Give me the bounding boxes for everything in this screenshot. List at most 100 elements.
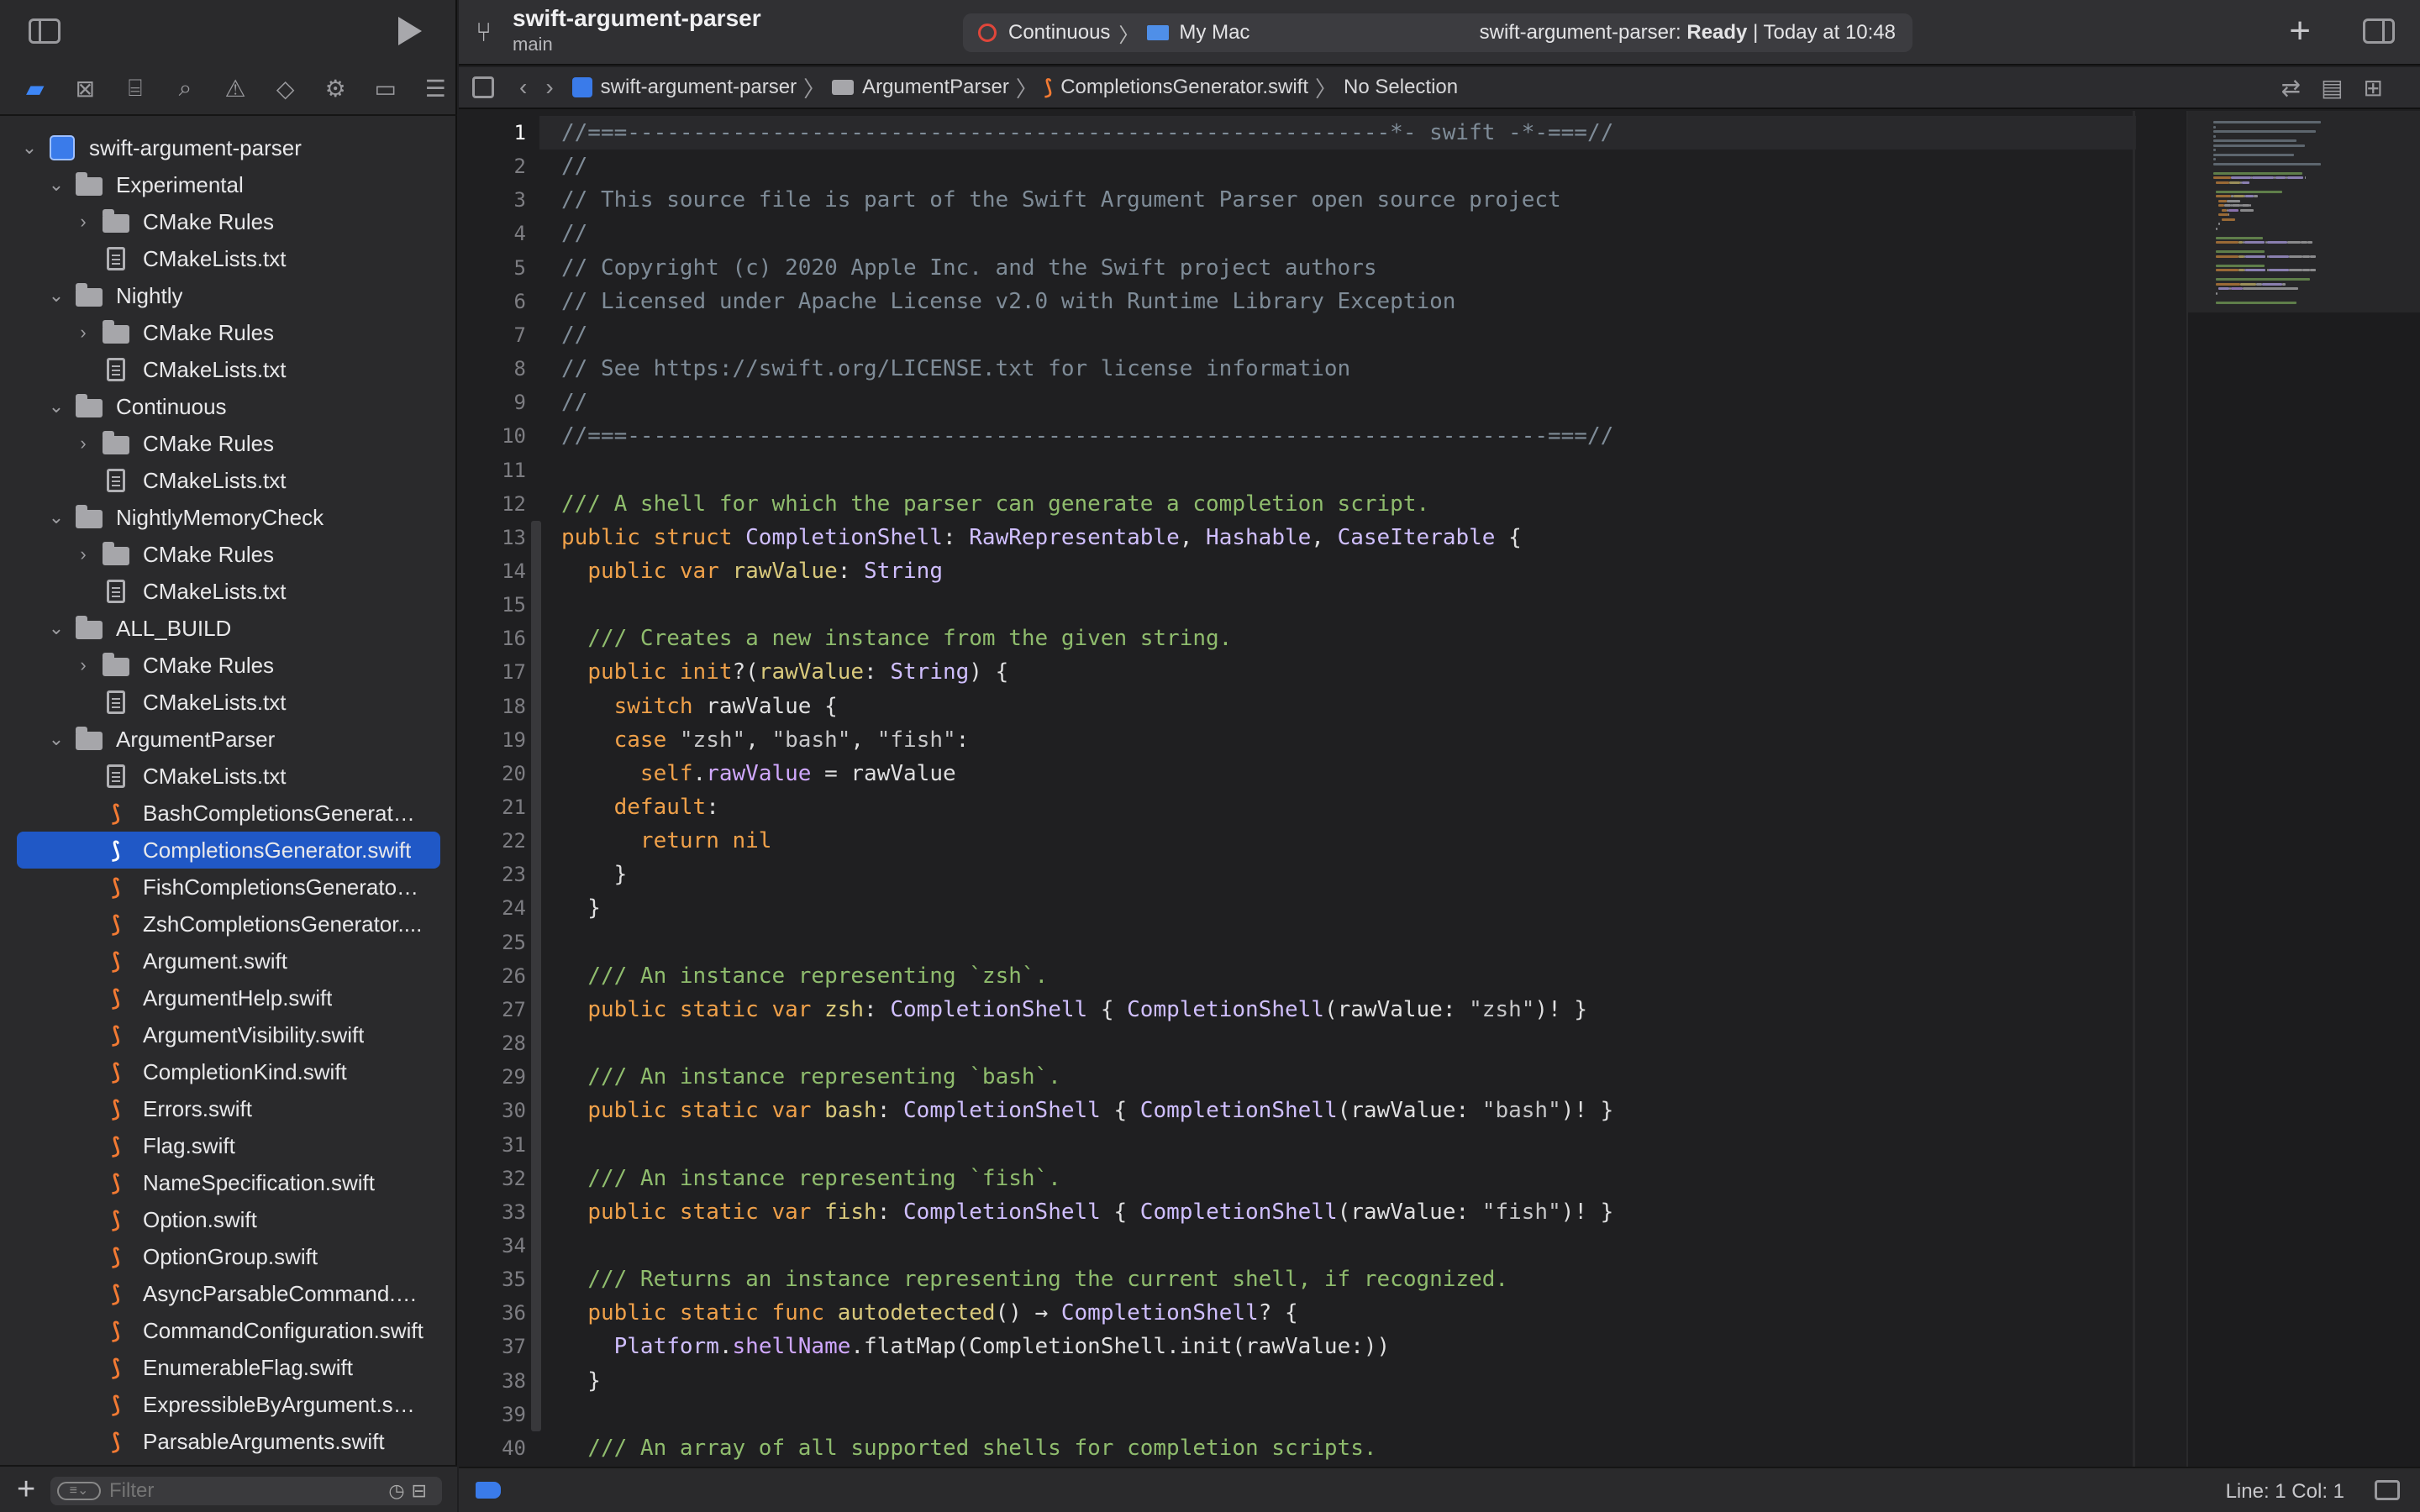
filter-recent-icon[interactable]: ◷⊟ xyxy=(388,1480,434,1502)
tree-item[interactable]: ⟆ CommandConfiguration.swift xyxy=(0,1312,457,1349)
code-line[interactable]: Platform.shellName.flatMap(CompletionShe… xyxy=(561,1330,1391,1363)
tree-item[interactable]: ⟆ Flag.swift xyxy=(0,1127,457,1164)
code-line[interactable]: /// An instance representing `bash`. xyxy=(561,1060,1061,1094)
tree-item[interactable]: ⟆ Errors.swift xyxy=(0,1090,457,1127)
code-line[interactable]: public static func autodetected() → Comp… xyxy=(561,1296,1297,1330)
breadcrumb-item[interactable]: swift-argument-parser xyxy=(571,76,797,99)
test-icon[interactable]: ◇ xyxy=(264,71,308,105)
find-icon[interactable]: ⌕ xyxy=(164,71,208,105)
breakpoint-icon[interactable]: ▭ xyxy=(364,71,408,105)
tree-item[interactable]: ⟆ ArgumentHelp.swift xyxy=(0,979,457,1016)
tree-item[interactable]: › CMake Rules xyxy=(0,425,457,462)
tree-item[interactable]: ⌄ NightlyMemoryCheck xyxy=(0,499,457,536)
code-line[interactable]: public static var fish: CompletionShell … xyxy=(561,1195,1613,1229)
tree-item[interactable]: ⌄ ALL_BUILD xyxy=(0,610,457,647)
code-line[interactable]: switch rawValue { xyxy=(561,690,838,723)
chevron-down-icon[interactable]: ⌄ xyxy=(18,137,40,159)
code-line[interactable]: // Licensed under Apache License v2.0 wi… xyxy=(561,285,1455,318)
code-line[interactable]: } xyxy=(561,858,628,891)
tree-item[interactable]: ⟆ FishCompletionsGenerator.... xyxy=(0,869,457,906)
code-line[interactable]: public var rawValue: String xyxy=(561,554,943,588)
activity-view[interactable]: Continuous 〉 My Mac swift-argument-parse… xyxy=(963,13,1912,52)
folder-icon[interactable]: ▰ xyxy=(13,71,57,105)
code-line[interactable]: // See https://swift.org/LICENSE.txt for… xyxy=(561,352,1350,386)
code-line[interactable]: /// An array of all supported shells for… xyxy=(561,1431,1376,1465)
run-destination[interactable]: My Mac xyxy=(1179,21,1249,45)
chevron-right-icon[interactable]: › xyxy=(72,543,94,565)
tree-item[interactable]: ⌄ Continuous xyxy=(0,388,457,425)
tree-item[interactable]: CMakeLists.txt xyxy=(0,573,457,610)
add-icon[interactable]: + xyxy=(17,1472,35,1508)
library-add-icon[interactable]: + xyxy=(2289,10,2311,52)
minimap[interactable] xyxy=(2186,111,2420,1467)
code-line[interactable]: public static var zsh: CompletionShell {… xyxy=(561,993,1587,1026)
tree-item[interactable]: ⌄ swift-argument-parser xyxy=(0,129,457,166)
code-line[interactable]: // xyxy=(561,386,587,419)
code-line[interactable]: public static var bash: CompletionShell … xyxy=(561,1094,1613,1127)
code-line[interactable]: //===-----------------------------------… xyxy=(561,116,1613,150)
breadcrumb-item[interactable]: ⟆ CompletionsGenerator.swift xyxy=(1044,76,1308,100)
tree-item[interactable]: › CMake Rules xyxy=(0,536,457,573)
chevron-down-icon[interactable]: ⌄ xyxy=(45,285,67,307)
tree-item[interactable]: ⟆ AsyncParsableCommand.s... xyxy=(0,1275,457,1312)
code-line[interactable]: // This source file is part of the Swift… xyxy=(561,183,1561,217)
tree-item[interactable]: CMakeLists.txt xyxy=(0,462,457,499)
code-text[interactable]: //===-----------------------------------… xyxy=(561,111,2124,1467)
tree-item[interactable]: CMakeLists.txt xyxy=(0,240,457,277)
tree-item[interactable]: › CMake Rules xyxy=(0,203,457,240)
symbol-icon[interactable]: ⌸ xyxy=(113,71,157,105)
filter-input[interactable] xyxy=(109,1479,361,1503)
tree-item[interactable]: ⌄ Experimental xyxy=(0,166,457,203)
code-line[interactable]: // Copyright (c) 2020 Apple Inc. and the… xyxy=(561,251,1377,285)
tree-item[interactable]: ⟆ Option.swift xyxy=(0,1201,457,1238)
code-line[interactable]: public init?(rawValue: String) { xyxy=(561,655,1008,689)
tree-item[interactable]: ⟆ Argument.swift xyxy=(0,942,457,979)
code-line[interactable]: /// Returns an instance representing the… xyxy=(561,1263,1508,1296)
tree-item[interactable]: CMakeLists.txt xyxy=(0,351,457,388)
tree-item[interactable]: › CMake Rules xyxy=(0,647,457,684)
code-line[interactable]: /// A shell for which the parser can gen… xyxy=(561,487,1429,521)
back-icon[interactable]: ‹ xyxy=(519,74,527,101)
code-fold-ribbon[interactable] xyxy=(531,655,541,892)
code-line[interactable]: /// An instance representing `fish`. xyxy=(561,1162,1061,1195)
code-line[interactable]: case "zsh", "bash", "fish": xyxy=(561,723,970,757)
code-line[interactable]: } xyxy=(561,891,601,925)
forward-icon[interactable]: › xyxy=(545,74,553,101)
chevron-down-icon[interactable]: ⌄ xyxy=(45,507,67,528)
code-line[interactable]: } xyxy=(561,1364,601,1398)
code-line[interactable]: public struct CompletionShell: RawRepres… xyxy=(561,521,1522,554)
breadcrumb-item[interactable]: ArgumentParser xyxy=(832,76,1009,99)
code-line[interactable]: return nil xyxy=(561,824,772,858)
sidebar-toggle-icon[interactable] xyxy=(29,18,60,44)
code-line[interactable]: // xyxy=(561,318,587,352)
debug-area-toggle-icon[interactable] xyxy=(2375,1480,2400,1500)
scheme-name[interactable]: Continuous xyxy=(1008,21,1110,45)
breadcrumb-item[interactable]: No Selection xyxy=(1344,76,1458,99)
tree-item[interactable]: ⟆ CompletionKind.swift xyxy=(0,1053,457,1090)
tree-item[interactable]: ⌄ ArgumentParser xyxy=(0,721,457,758)
chevron-right-icon[interactable]: › xyxy=(72,654,94,676)
tree-item[interactable]: ⟆ NameSpecification.swift xyxy=(0,1164,457,1201)
issue-icon[interactable]: ⚠ xyxy=(213,71,257,105)
editor-options-icons[interactable]: ⇄▤⊞ xyxy=(2281,74,2403,102)
branch-name[interactable]: main xyxy=(513,34,553,55)
source-control-icon[interactable]: ⊠ xyxy=(64,71,108,105)
code-line[interactable]: /// Creates a new instance from the give… xyxy=(561,622,1232,655)
tree-item[interactable]: CMakeLists.txt xyxy=(0,758,457,795)
report-icon[interactable]: ☰ xyxy=(414,71,458,105)
chevron-down-icon[interactable]: ⌄ xyxy=(45,728,67,750)
chevron-right-icon[interactable]: › xyxy=(72,322,94,344)
code-line[interactable]: default: xyxy=(561,790,719,824)
run-icon[interactable] xyxy=(398,17,422,45)
chevron-right-icon[interactable]: › xyxy=(72,211,94,233)
tree-item[interactable]: CMakeLists.txt xyxy=(0,684,457,721)
related-items-icon[interactable] xyxy=(472,76,494,98)
debug-icon[interactable]: ⚙ xyxy=(313,71,357,105)
code-line[interactable]: self.rawValue = rawValue xyxy=(561,757,956,790)
inspector-toggle-icon[interactable] xyxy=(2363,18,2395,44)
chevron-down-icon[interactable]: ⌄ xyxy=(45,396,67,417)
tree-item[interactable]: ⟆ BashCompletionsGenerator... xyxy=(0,795,457,832)
code-line[interactable]: // xyxy=(561,150,587,183)
code-line[interactable]: // xyxy=(561,217,587,250)
filter-field[interactable]: ≡⌄ ◷⊟ xyxy=(50,1477,442,1505)
